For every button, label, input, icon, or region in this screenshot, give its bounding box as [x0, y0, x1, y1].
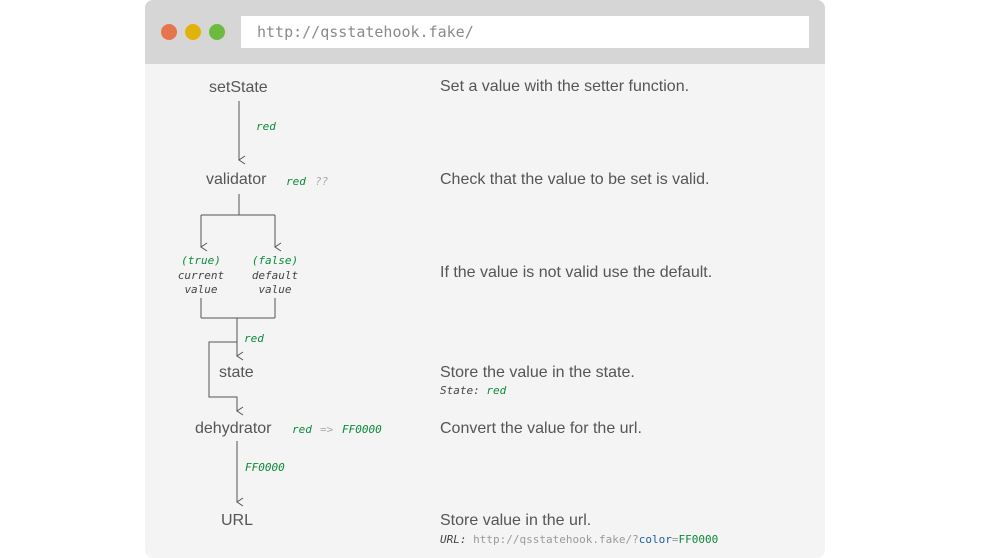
step-dehydrator: dehydrator — [195, 420, 272, 437]
url-code-value: FF0000 — [678, 533, 719, 546]
dehydrator-arrow: => — [320, 423, 334, 436]
value-after-setstate: red — [256, 120, 276, 133]
branch-true-label: (true) — [181, 254, 221, 267]
dehydrator-output: FF0000 — [342, 423, 382, 436]
step-setstate: setState — [209, 79, 268, 96]
url-code-label: URL: — [440, 533, 467, 546]
desc-default: If the value is not valid use the defaul… — [440, 264, 713, 281]
branch-false-line2: value — [258, 283, 292, 296]
url-code-base: http://qsstatehook.fake/? — [473, 533, 639, 546]
state-code-line: State: red — [440, 384, 506, 397]
dehydrator-input: red — [292, 423, 312, 436]
step-state: state — [219, 364, 254, 381]
branch-true-line2: value — [184, 283, 218, 296]
branch-false-label: (false) — [251, 254, 299, 267]
desc-state: Store the value in the state. — [440, 364, 635, 381]
desc-dehydrator: Convert the value for the url. — [440, 420, 642, 437]
url-value: FF0000 — [245, 461, 285, 474]
branch-true-line1: current — [177, 269, 225, 282]
step-validator: validator — [206, 171, 267, 188]
state-code-value: red — [486, 384, 507, 397]
validator-unknown: ?? — [315, 175, 329, 188]
state-code-label: State: — [440, 384, 480, 397]
desc-url: Store value in the url. — [440, 512, 592, 529]
url-code-param: color — [638, 533, 672, 546]
validator-input-value: red — [286, 175, 306, 188]
url-code-line: URL: http://qsstatehook.fake/?color=FF00… — [440, 533, 718, 546]
branch-false-line1: default — [251, 269, 299, 282]
desc-setstate: Set a value with the setter function. — [440, 78, 690, 95]
step-url: URL — [221, 512, 254, 529]
merged-value: red — [244, 332, 264, 345]
browser-window: http://qsstatehook.fake/ setState red va… — [145, 0, 825, 558]
desc-validator: Check that the value to be set is valid. — [440, 171, 710, 188]
flow-diagram: setState red validator red ?? (true) cur… — [145, 0, 825, 558]
